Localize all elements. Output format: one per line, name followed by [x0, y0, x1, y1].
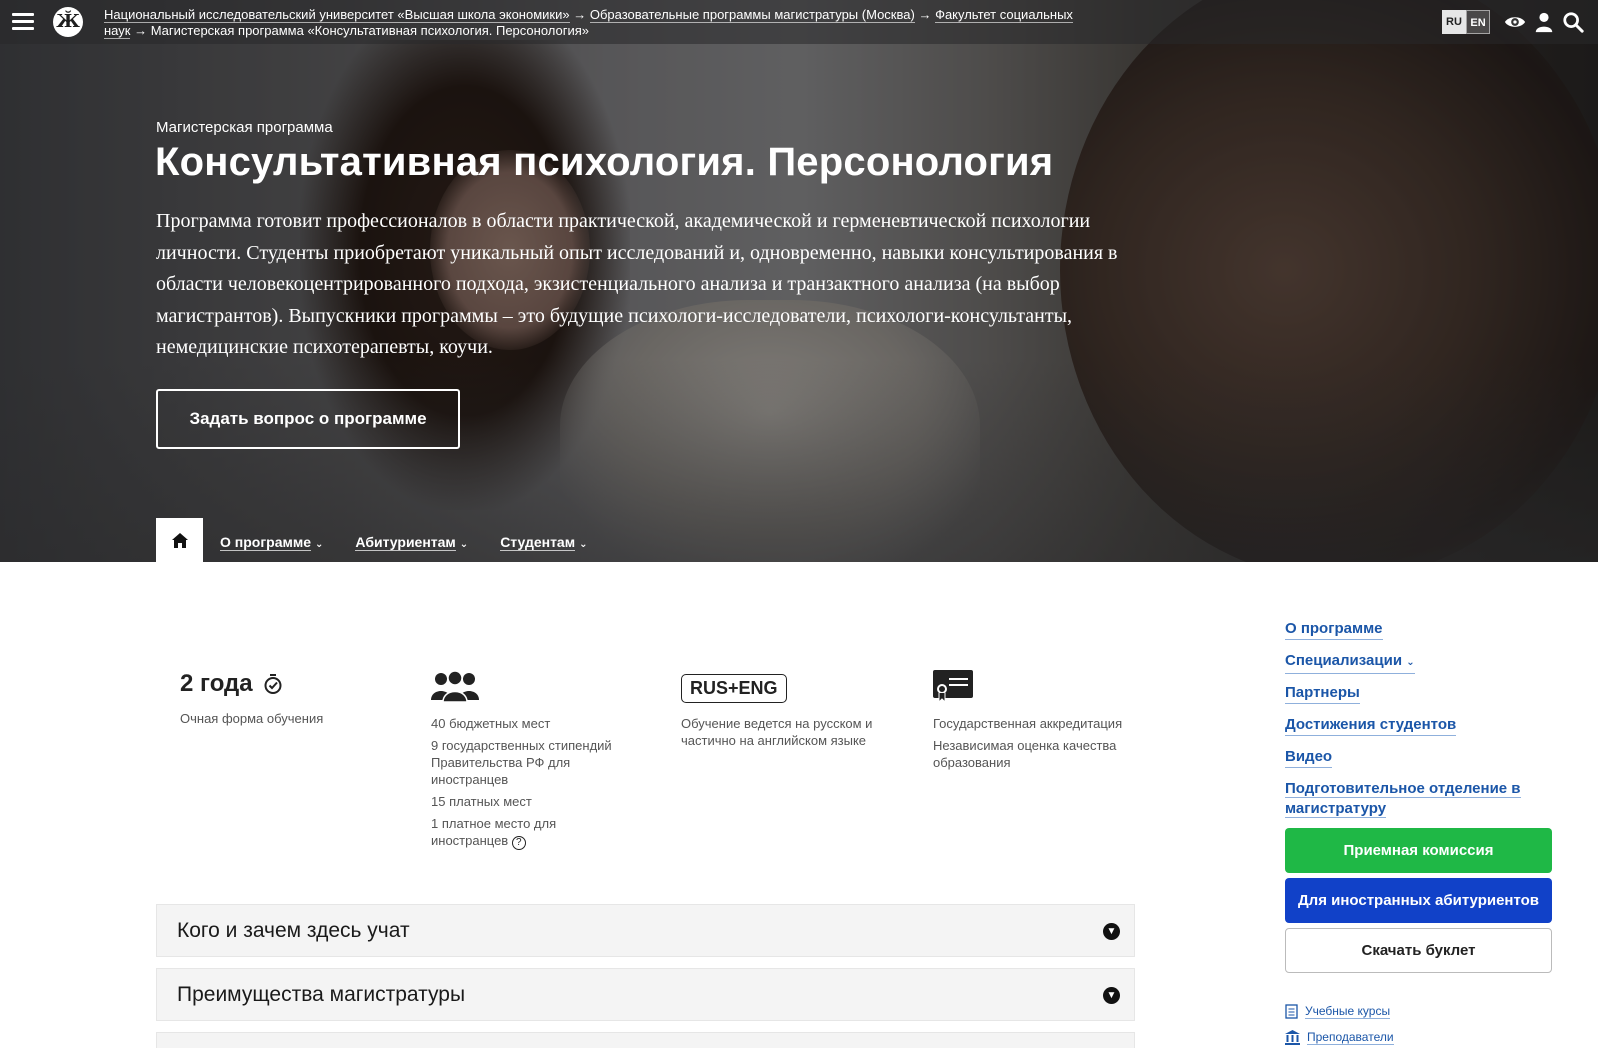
duration-note: Очная форма обучения [180, 711, 324, 726]
accordion-advantages[interactable]: Преимущества магистратуры ▼ [156, 968, 1135, 1021]
sidebar-link-video[interactable]: Видео [1285, 747, 1333, 768]
lang-en[interactable]: EN [1466, 10, 1490, 34]
admission-button[interactable]: Приемная комиссия [1285, 828, 1552, 873]
breadcrumb: Национальный исследовательский университ… [104, 7, 1084, 39]
program-lead: Программа готовит профессионалов в облас… [156, 210, 1118, 358]
breadcrumb-university[interactable]: Национальный исследовательский университ… [104, 7, 570, 23]
chevron-down-icon: ▼ [1103, 987, 1120, 1004]
places-paid-foreign: 1 платное место для иностранцев ? [431, 816, 557, 850]
menu-icon[interactable] [12, 13, 34, 31]
breadcrumb-arrow: → [134, 23, 148, 38]
language-badge: RUS+ENG [681, 674, 787, 703]
accordion-next[interactable] [156, 1032, 1135, 1048]
stat-accreditation: Государственная аккредитация Независимая… [933, 670, 1138, 776]
accordion-who-and-why[interactable]: Кого и зачем здесь учат ▼ [156, 904, 1135, 957]
page-title: Консультативная психология. Персонология [155, 140, 1054, 184]
user-icon[interactable] [1533, 11, 1555, 33]
top-bar: Ӂ Национальный исследовательский универс… [0, 0, 1598, 44]
chevron-down-icon: ⌄ [579, 539, 588, 550]
tab-applicants[interactable]: Абитуриентам ⌄ [355, 530, 469, 551]
sidebar-link-about[interactable]: О программе [1285, 619, 1383, 640]
lang-ru[interactable]: RU [1442, 10, 1466, 34]
teachers-link[interactable]: Преподаватели [1285, 1030, 1394, 1045]
places-budget: 40 бюджетных мест [431, 716, 551, 731]
places-scholarships: 9 государственных стипендий Правительств… [431, 738, 612, 787]
language-switch: RU EN [1442, 10, 1490, 34]
download-booklet-button[interactable]: Скачать буклет [1285, 928, 1552, 973]
home-icon [171, 532, 188, 548]
sidebar-link-achievements[interactable]: Достижения студентов [1285, 715, 1457, 736]
language-note: Обучение ведется на русском и частично н… [681, 716, 873, 748]
courses-link[interactable]: Учебные курсы [1285, 1004, 1391, 1019]
accordion-title: Преимущества магистратуры [177, 982, 466, 1006]
chevron-down-icon: ⌄ [459, 539, 469, 550]
sidebar-link-prep[interactable]: Подготовительное отделение в магистратур… [1285, 779, 1525, 819]
sidebar-link-specializations[interactable]: Специализации ⌄ [1285, 651, 1415, 674]
program-kicker: Магистерская программа [156, 119, 333, 136]
breadcrumb-arrow: → [573, 7, 587, 22]
chevron-down-icon: ⌄ [315, 539, 324, 550]
breadcrumb-current: Магистерская программа «Консультативная … [150, 23, 590, 38]
foreign-applicants-button[interactable]: Для иностранных абитуриентов [1285, 878, 1552, 923]
chevron-down-icon: ⌄ [1406, 657, 1415, 668]
accordion-title: Кого и зачем здесь учат [177, 918, 410, 942]
chevron-down-icon: ▼ [1103, 923, 1120, 940]
stat-duration: 2 года Очная форма обучения [180, 670, 400, 732]
people-icon [431, 670, 479, 703]
teachers-label: Преподаватели [1307, 1030, 1394, 1045]
eye-icon[interactable] [1504, 11, 1526, 33]
hse-logo[interactable]: Ӂ [53, 7, 83, 37]
accreditation-independent: Независимая оценка качества образования [933, 738, 1117, 770]
courses-label: Учебные курсы [1305, 1004, 1391, 1019]
tab-students[interactable]: Студентам ⌄ [500, 530, 588, 551]
sidebar-link-partners[interactable]: Партнеры [1285, 683, 1360, 704]
program-tabs: О программе ⌄ Абитуриентам ⌄ Студентам ⌄ [156, 518, 602, 562]
tab-about[interactable]: О программе ⌄ [220, 530, 324, 551]
breadcrumb-arrow: → [918, 7, 932, 22]
accreditation-state: Государственная аккредитация [933, 716, 1123, 731]
stat-places: 40 бюджетных мест 9 государственных стип… [431, 670, 636, 855]
building-icon [1285, 1030, 1300, 1045]
tab-home[interactable] [156, 518, 203, 562]
search-icon[interactable] [1562, 11, 1584, 33]
stopwatch-icon [264, 674, 282, 694]
breadcrumb-programs[interactable]: Образовательные программы магистратуры (… [589, 7, 915, 23]
help-icon[interactable]: ? [511, 836, 526, 850]
document-icon [1285, 1004, 1298, 1019]
ask-question-button[interactable]: Задать вопрос о программе [156, 389, 460, 449]
certificate-icon [933, 670, 973, 704]
stat-language: RUS+ENG Обучение ведется на русском и ча… [681, 674, 891, 754]
places-paid: 15 платных мест [431, 794, 532, 809]
duration-value: 2 года [180, 670, 253, 697]
